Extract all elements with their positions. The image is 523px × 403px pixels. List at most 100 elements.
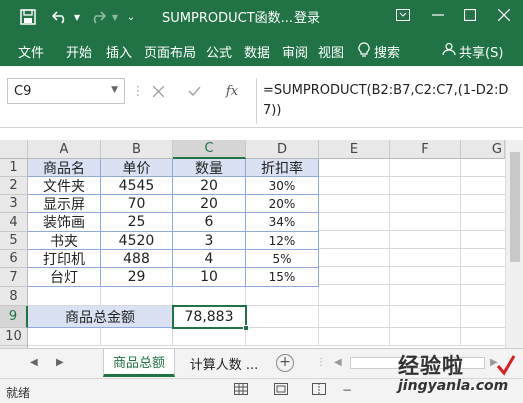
empty-cells-f[interactable] xyxy=(390,159,461,287)
empty-cell[interactable] xyxy=(173,287,246,306)
name-box[interactable]: C9 ▼ xyxy=(7,78,125,104)
empty-cell[interactable] xyxy=(390,287,461,306)
data-cell[interactable]: 30% xyxy=(246,177,319,195)
enter-icon[interactable] xyxy=(181,78,207,104)
empty-cell[interactable] xyxy=(461,287,505,306)
prev-sheet-icon[interactable]: ◀ xyxy=(30,357,38,368)
empty-cell[interactable] xyxy=(390,306,461,328)
data-cell[interactable]: 20% xyxy=(246,195,319,213)
tab-insert[interactable]: 插入 xyxy=(106,42,132,61)
row-header-8[interactable]: 8 xyxy=(0,287,28,306)
sheet-tab-count[interactable]: 计算人数 ... xyxy=(180,349,268,377)
row-header-5[interactable]: 5 xyxy=(0,232,28,250)
search-tab[interactable]: 搜索 xyxy=(374,42,400,61)
data-cell[interactable]: 装饰画 xyxy=(28,213,101,232)
empty-cells-g[interactable] xyxy=(461,159,505,287)
data-cell[interactable]: 488 xyxy=(101,250,173,268)
empty-cell[interactable] xyxy=(101,287,173,306)
row-header-9[interactable]: 9 xyxy=(0,306,28,328)
minimize-icon[interactable] xyxy=(428,5,448,25)
data-cell[interactable]: 34% xyxy=(246,213,319,232)
data-cell[interactable]: 文件夹 xyxy=(28,177,101,195)
empty-cell[interactable] xyxy=(390,328,461,346)
row-header-6[interactable]: 6 xyxy=(0,250,28,268)
login-link[interactable]: 登录 xyxy=(294,7,320,26)
empty-cells-e[interactable] xyxy=(319,159,390,287)
vertical-scrollbar[interactable] xyxy=(505,140,523,348)
tab-split-icon[interactable]: ⋮ xyxy=(316,357,326,368)
column-header-e[interactable]: E xyxy=(319,140,390,159)
column-header-a[interactable]: A xyxy=(28,140,101,159)
column-header-b[interactable]: B xyxy=(101,140,173,159)
empty-cell[interactable] xyxy=(461,306,505,328)
data-cell[interactable]: 4520 xyxy=(101,232,173,250)
column-header-d[interactable]: D xyxy=(246,140,319,159)
data-cell[interactable]: 4545 xyxy=(101,177,173,195)
data-cell[interactable]: 5% xyxy=(246,250,319,268)
data-cell[interactable]: 台灯 xyxy=(28,268,101,287)
customize-toolbar-icon[interactable]: ⌄ xyxy=(124,7,138,27)
header-cell-name[interactable]: 商品名 xyxy=(28,159,101,177)
empty-cell[interactable] xyxy=(246,328,319,346)
tab-view[interactable]: 视图 xyxy=(318,42,344,61)
insert-function-button[interactable]: fx xyxy=(219,78,245,104)
redo-dropdown-icon[interactable]: ▼ xyxy=(109,7,121,27)
vertical-scroll-thumb[interactable] xyxy=(510,152,520,262)
data-cell[interactable]: 6 xyxy=(173,213,246,232)
sheet-tab-total[interactable]: 商品总额 xyxy=(103,349,175,377)
row-header-2[interactable]: 2 xyxy=(0,177,28,195)
data-cell[interactable]: 3 xyxy=(173,232,246,250)
row-header-1[interactable]: 1 xyxy=(0,159,28,177)
maximize-icon[interactable] xyxy=(460,5,480,25)
page-break-view-icon[interactable] xyxy=(310,383,328,399)
total-label-cell[interactable]: 商品总金额 xyxy=(28,306,173,328)
empty-cell[interactable] xyxy=(173,328,246,346)
empty-cell[interactable] xyxy=(246,306,319,328)
share-icon[interactable] xyxy=(442,42,456,60)
tab-home[interactable]: 开始 xyxy=(66,42,92,61)
name-box-dropdown-icon[interactable]: ▼ xyxy=(111,85,118,95)
next-sheet-icon[interactable]: ▶ xyxy=(56,357,64,368)
column-header-c[interactable]: C xyxy=(173,140,246,159)
select-all-corner[interactable] xyxy=(0,140,28,159)
data-cell[interactable]: 70 xyxy=(101,195,173,213)
row-header-3[interactable]: 3 xyxy=(0,195,28,213)
total-value-cell[interactable]: 78,883 xyxy=(173,306,246,328)
column-header-g[interactable]: G xyxy=(461,140,505,159)
undo-dropdown-icon[interactable]: ▼ xyxy=(71,7,83,27)
page-layout-view-icon[interactable] xyxy=(272,383,290,399)
hscroll-left-icon[interactable]: ◀ xyxy=(334,357,342,368)
tab-file[interactable]: 文件 xyxy=(18,42,44,61)
data-cell[interactable]: 10 xyxy=(173,268,246,287)
normal-view-icon[interactable] xyxy=(232,383,250,399)
empty-cell[interactable] xyxy=(319,306,390,328)
data-cell[interactable]: 15% xyxy=(246,268,319,287)
empty-cell[interactable] xyxy=(28,328,101,346)
save-icon[interactable] xyxy=(18,7,38,27)
share-button[interactable]: 共享(S) xyxy=(459,42,503,61)
empty-cell[interactable] xyxy=(101,328,173,346)
data-cell[interactable]: 打印机 xyxy=(28,250,101,268)
data-cell[interactable]: 12% xyxy=(246,232,319,250)
ribbon-display-icon[interactable] xyxy=(393,5,413,25)
data-cell[interactable]: 25 xyxy=(101,213,173,232)
empty-cell[interactable] xyxy=(246,287,319,306)
data-cell[interactable]: 29 xyxy=(101,268,173,287)
row-header-7[interactable]: 7 xyxy=(0,268,28,287)
close-icon[interactable] xyxy=(494,5,514,25)
header-cell-price[interactable]: 单价 xyxy=(101,159,173,177)
data-cell[interactable]: 20 xyxy=(173,177,246,195)
data-cell[interactable]: 显示屏 xyxy=(28,195,101,213)
redo-icon[interactable] xyxy=(88,7,108,27)
row-header-4[interactable]: 4 xyxy=(0,213,28,232)
header-cell-discount[interactable]: 折扣率 xyxy=(246,159,319,177)
empty-cell[interactable] xyxy=(319,328,390,346)
lightbulb-icon[interactable] xyxy=(358,42,370,61)
fill-handle[interactable] xyxy=(243,325,249,331)
data-cell[interactable]: 书夹 xyxy=(28,232,101,250)
empty-cell[interactable] xyxy=(319,287,390,306)
data-cell[interactable]: 4 xyxy=(173,250,246,268)
data-cell[interactable]: 20 xyxy=(173,195,246,213)
add-sheet-icon[interactable]: + xyxy=(276,354,294,372)
cancel-icon[interactable] xyxy=(145,78,171,104)
